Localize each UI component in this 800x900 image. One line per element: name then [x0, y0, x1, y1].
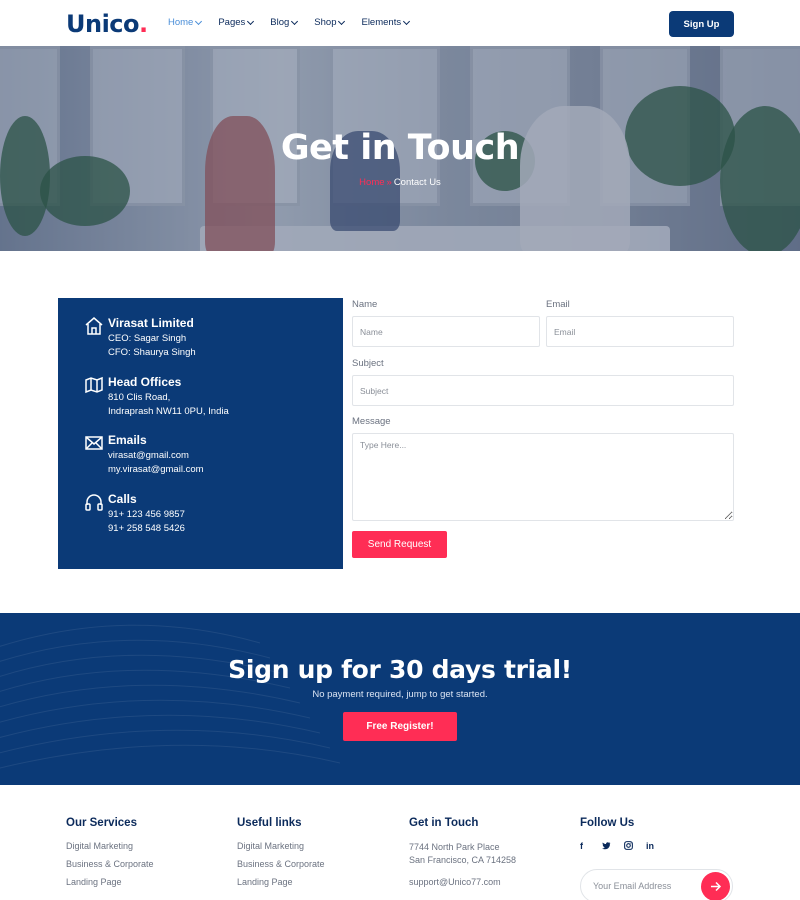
footer-link[interactable]: Business & Corporate — [66, 859, 154, 869]
breadcrumb-home-link[interactable]: Home — [359, 177, 384, 188]
nav-blog[interactable]: Blog — [270, 17, 299, 28]
contact-info-panel: Virasat Limited CEO: Sagar Singh CFO: Sh… — [58, 298, 343, 569]
footer-heading: Our Services — [66, 817, 137, 829]
breadcrumb-current: Contact Us — [393, 177, 441, 188]
linkedin-icon[interactable]: in — [646, 841, 668, 852]
mail-icon — [85, 436, 103, 450]
map-icon — [85, 376, 103, 394]
footer-link[interactable]: Digital Marketing — [66, 841, 154, 851]
social-links: f in — [580, 841, 668, 852]
breadcrumb-separator: » — [386, 177, 392, 188]
free-register-button[interactable]: Free Register! — [343, 712, 457, 741]
logo[interactable]: Unico. — [66, 10, 148, 38]
info-title: Virasat Limited — [108, 316, 194, 330]
hero-banner: Get in Touch Home» Contact Us — [0, 46, 800, 251]
nav-elements[interactable]: Elements — [361, 17, 411, 28]
footer-services: Our Services Digital Marketing Business … — [66, 817, 154, 895]
send-request-button[interactable]: Send Request — [352, 531, 447, 558]
info-line: 91+ 123 456 9857 — [108, 509, 185, 520]
cta-title: Sign up for 30 days trial! — [228, 655, 572, 684]
info-line: Indraprash NW11 0PU, India — [108, 406, 229, 417]
site-header: Unico. Home Pages Blog Shop Elements Sig… — [0, 0, 800, 46]
cta-subtitle: No payment required, jump to get started… — [312, 689, 488, 700]
footer-email[interactable]: support@Unico77.com — [409, 876, 516, 889]
footer-contact: Get in Touch 7744 North Park Place San F… — [409, 817, 516, 889]
home-icon — [85, 317, 103, 335]
footer-follow: Follow Us f in — [580, 817, 668, 852]
footer-heading: Follow Us — [580, 817, 635, 829]
name-input[interactable] — [352, 316, 540, 347]
subject-input[interactable] — [352, 375, 734, 406]
info-title: Head Offices — [108, 375, 182, 389]
twitter-icon[interactable] — [602, 841, 624, 852]
footer-useful-links: Useful links Digital Marketing Business … — [237, 817, 325, 895]
subject-label: Subject — [352, 358, 384, 369]
email-input[interactable] — [546, 316, 734, 347]
facebook-icon[interactable]: f — [580, 841, 602, 852]
newsletter-form — [580, 869, 733, 900]
message-label: Message — [352, 416, 391, 427]
headphones-icon — [85, 494, 103, 511]
name-label: Name — [352, 299, 378, 310]
newsletter-submit-button[interactable] — [701, 872, 730, 900]
info-line: virasat@gmail.com — [108, 450, 189, 461]
footer-link[interactable]: Digital Marketing — [237, 841, 325, 851]
arrow-right-icon — [711, 881, 722, 892]
page-title: Get in Touch — [280, 128, 520, 168]
chevron-down-icon — [195, 17, 203, 25]
footer-address: 7744 North Park Place — [409, 842, 500, 852]
main-nav: Home Pages Blog Shop Elements — [168, 17, 426, 28]
nav-pages[interactable]: Pages — [218, 17, 255, 28]
chevron-down-icon — [247, 17, 255, 25]
chevron-down-icon — [291, 17, 299, 25]
message-textarea[interactable] — [352, 433, 734, 521]
info-title: Emails — [108, 433, 147, 447]
footer-link[interactable]: Landing Page — [66, 877, 154, 887]
newsletter-email-input[interactable] — [582, 871, 697, 900]
nav-shop[interactable]: Shop — [314, 17, 346, 28]
breadcrumb: Home» Contact Us — [0, 177, 800, 188]
info-line: 810 Clis Road, — [108, 392, 171, 403]
signup-button[interactable]: Sign Up — [669, 11, 734, 37]
footer-heading: Get in Touch — [409, 817, 479, 829]
footer-link[interactable]: Business & Corporate — [237, 859, 325, 869]
footer-address: San Francisco, CA 714258 — [409, 855, 517, 865]
nav-home[interactable]: Home — [168, 17, 203, 28]
footer-link[interactable]: Landing Page — [237, 877, 325, 887]
chevron-down-icon — [403, 17, 411, 25]
info-title: Calls — [108, 492, 137, 506]
info-line: my.virasat@gmail.com — [108, 464, 204, 475]
footer-heading: Useful links — [237, 817, 302, 829]
trial-cta-section: Sign up for 30 days trial! No payment re… — [0, 613, 800, 785]
instagram-icon[interactable] — [624, 841, 646, 852]
info-line: CFO: Shaurya Singh — [108, 347, 196, 358]
info-line: CEO: Sagar Singh — [108, 333, 187, 344]
chevron-down-icon — [338, 17, 346, 25]
info-line: 91+ 258 548 5426 — [108, 523, 185, 534]
email-label: Email — [546, 299, 570, 310]
